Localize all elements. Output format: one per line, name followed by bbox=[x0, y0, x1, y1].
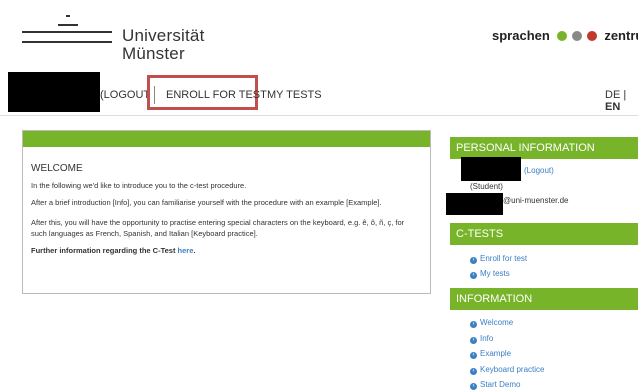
sidebar-item-label: Example bbox=[480, 349, 512, 358]
university-name-line1: Universität bbox=[122, 26, 205, 45]
sidebar-logout-link[interactable]: (Logout) bbox=[524, 166, 554, 175]
arrow-circle-icon: › bbox=[470, 352, 477, 359]
user-role: (Student) bbox=[470, 182, 503, 191]
sidebar-my-tests[interactable]: › My tests bbox=[470, 269, 510, 279]
nav-separator bbox=[154, 86, 155, 104]
user-email: @uni-muenster.de bbox=[503, 196, 569, 205]
welcome-panel-header bbox=[23, 131, 430, 147]
information-header: INFORMATION bbox=[450, 288, 638, 310]
logo-line bbox=[22, 41, 112, 43]
brand-text: sprachen bbox=[492, 28, 550, 43]
sidebar-item-label: Enroll for test bbox=[480, 254, 528, 263]
redacted-name bbox=[461, 157, 521, 181]
welcome-intro: In the following we'd like to introduce … bbox=[31, 181, 247, 190]
brand-suffix: zentrum bbox=[604, 28, 638, 43]
further-info: Further information regarding the C-Test… bbox=[31, 245, 422, 256]
logo-line bbox=[22, 31, 112, 33]
sprachenzentrum-logo[interactable]: sprachen zentrum bbox=[492, 28, 638, 43]
brand-dot-red bbox=[586, 31, 597, 41]
arrow-circle-icon: › bbox=[470, 337, 477, 344]
arrow-circle-icon: › bbox=[470, 321, 477, 328]
further-info-link[interactable]: here bbox=[178, 246, 194, 255]
sidebar-keyboard-practice[interactable]: › Keyboard practice bbox=[470, 365, 544, 375]
welcome-title: WELCOME bbox=[31, 163, 83, 174]
sidebar-item-label: My tests bbox=[480, 269, 510, 278]
welcome-panel-body: WELCOME In the following we'd like to in… bbox=[23, 147, 430, 256]
nav-divider bbox=[0, 115, 638, 116]
welcome-info-text: After a brief introduction [Info], you c… bbox=[31, 198, 382, 207]
university-name-line2: Münster bbox=[122, 44, 185, 63]
sidebar-info[interactable]: › Info bbox=[470, 334, 493, 344]
sidebar-item-label: Start Demo bbox=[480, 380, 521, 389]
arrow-circle-icon: › bbox=[470, 368, 477, 375]
arrow-circle-icon: › bbox=[470, 257, 477, 264]
sidebar-item-label: Info bbox=[480, 334, 494, 343]
lang-separator: | bbox=[623, 89, 627, 101]
sidebar-enroll-for-test[interactable]: › Enroll for test bbox=[470, 254, 527, 264]
sidebar-start-demo[interactable]: › Start Demo bbox=[470, 380, 520, 390]
information-section: INFORMATION bbox=[450, 288, 638, 310]
nav-enroll-for-test[interactable]: ENROLL FOR TEST bbox=[166, 89, 267, 101]
ctests-section: C-TESTS bbox=[450, 223, 638, 245]
lang-de-link[interactable]: DE bbox=[605, 89, 620, 101]
personal-info-section: PERSONAL INFORMATION bbox=[450, 137, 638, 159]
sidebar-item-label: Keyboard practice bbox=[480, 365, 545, 374]
university-logo[interactable]: Universität Münster bbox=[22, 10, 222, 63]
arrow-circle-icon: › bbox=[470, 272, 477, 279]
ctests-header: C-TESTS bbox=[450, 223, 638, 245]
brand-dot-green bbox=[557, 31, 568, 41]
sidebar-welcome[interactable]: › Welcome bbox=[470, 318, 513, 328]
arrow-circle-icon: › bbox=[470, 383, 477, 390]
welcome-panel: WELCOME In the following we'd like to in… bbox=[22, 130, 431, 294]
nav-my-tests[interactable]: MY TESTS bbox=[267, 89, 322, 101]
further-info-period: . bbox=[193, 246, 196, 255]
logo-line bbox=[58, 24, 78, 26]
further-info-text: Further information regarding the C-Test bbox=[31, 246, 176, 255]
brand-dot-grey bbox=[572, 31, 583, 41]
redacted-username bbox=[8, 72, 100, 112]
welcome-keyboard-text: After this, you will have the opportunit… bbox=[31, 218, 405, 238]
sidebar-example[interactable]: › Example bbox=[470, 349, 511, 359]
language-switcher: DE | EN bbox=[605, 89, 638, 113]
personal-info-header: PERSONAL INFORMATION bbox=[450, 137, 638, 159]
redacted-email-prefix bbox=[446, 193, 503, 215]
sidebar-item-label: Welcome bbox=[480, 318, 514, 327]
logo-line bbox=[66, 15, 70, 17]
nav-logout-link[interactable]: (LOGOUT) bbox=[100, 89, 154, 101]
lang-en-active[interactable]: EN bbox=[605, 101, 620, 113]
